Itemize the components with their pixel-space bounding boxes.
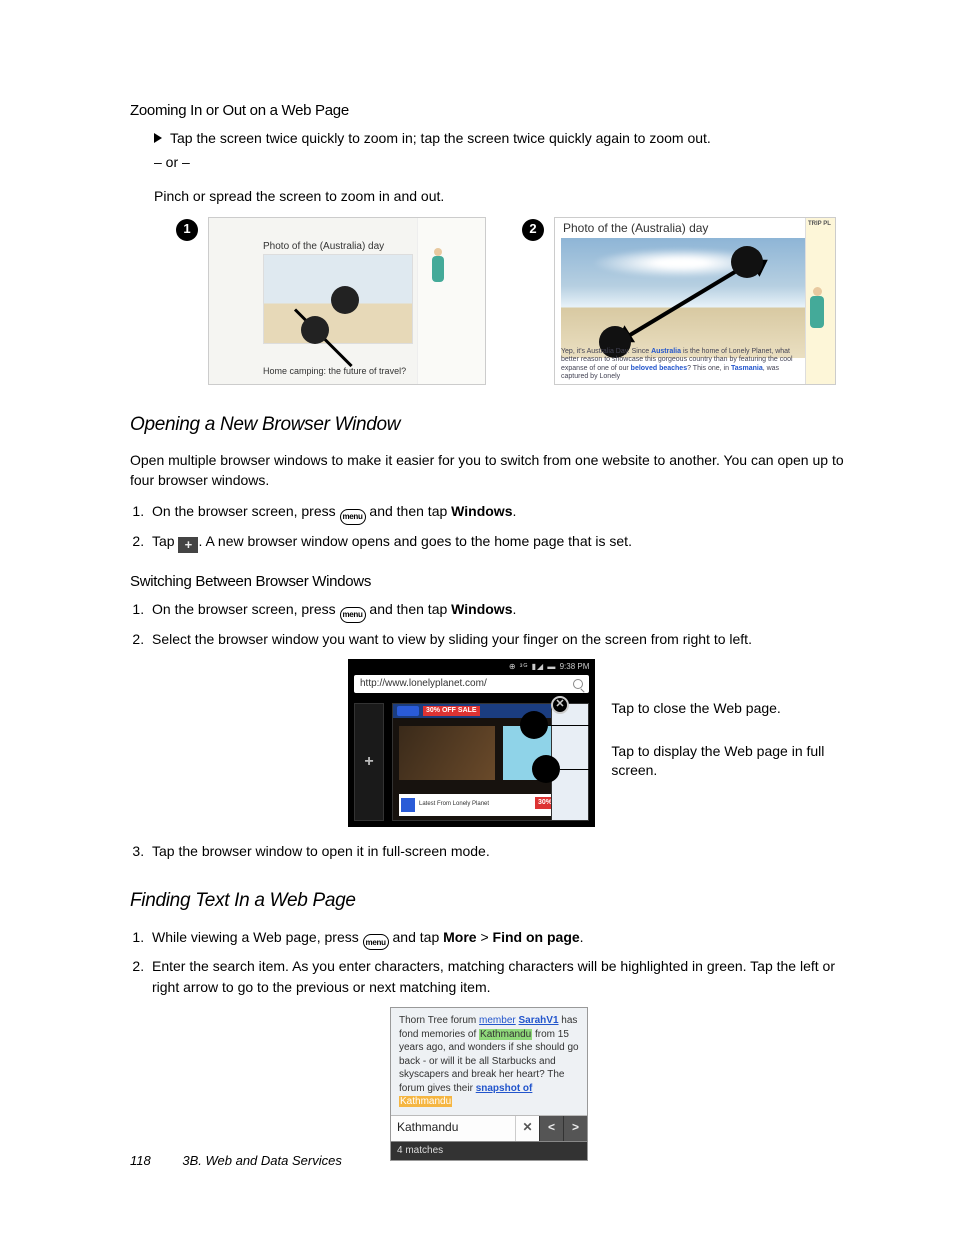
fig4-highlight-1: Kathmandu [479,1029,532,1040]
fig1-caption: Home camping: the future of travel? [263,365,406,378]
find-step-1: While viewing a Web page, press menu and… [148,927,854,951]
switch-step-1: On the browser screen, press menu and th… [148,599,854,623]
find-step-2: Enter the search item. As you enter char… [148,956,854,997]
fig3-new-tab-button[interactable]: + [354,703,384,821]
fig3-latest: Latest From Lonely Planet [419,800,489,809]
menu-icon: menu [363,934,389,950]
fig3-annot-1: Tap to close the Web page. [611,699,854,718]
page-number: 118 [130,1153,151,1168]
fig2-caption: Yep, it's Australia Day. Since Australia… [561,348,801,382]
fig2-sidebar-hdr: TRIP PL [808,220,833,229]
heading-find: Finding Text In a Web Page [130,887,854,915]
figure-4: Thorn Tree forum member SarahV1 has fond… [390,1007,588,1161]
menu-icon: menu [340,509,366,525]
fig2-title: Photo of the (Australia) day [563,220,708,237]
close-icon[interactable]: ✕ [551,696,569,714]
figure-1-unit: 1 Photo of the (Australia) day Home camp… [176,217,486,385]
prev-match-button[interactable]: < [539,1116,563,1141]
page-footer: 118 3B. Web and Data Services [130,1152,342,1171]
find-input[interactable]: Kathmandu [391,1119,515,1136]
zoom-figures: 1 Photo of the (Australia) day Home camp… [176,217,854,385]
fig3-url-bar[interactable]: http://www.lonelyplanet.com/ [354,675,589,693]
heading-new-window: Opening a New Browser Window [130,411,854,439]
chapter-title: 3B. Web and Data Services [182,1153,341,1168]
switch-step-2: Select the browser window you want to vi… [148,629,854,649]
fig3-sale-badge: 30% OFF SALE [423,706,480,716]
figure-2: Photo of the (Australia) day TRIP PL Yep… [554,217,836,385]
search-icon[interactable] [573,679,583,689]
heading-switching: Switching Between Browser Windows [130,571,854,593]
figure-2-number: 2 [522,219,544,241]
zoom-bullet-row: Tap the screen twice quickly to zoom in;… [154,128,854,148]
fig4-highlight-2: Kathmandu [399,1096,452,1107]
fig4-text: Thorn Tree forum member SarahV1 has fond… [391,1008,587,1116]
plus-icon: + [178,537,198,553]
fig4-search-row: Kathmandu ✕ < > [391,1116,587,1142]
figure-1: Photo of the (Australia) day Home campin… [208,217,486,385]
figure-1-number: 1 [176,219,198,241]
figure-3-annotations: Tap to close the Web page. Tap to displa… [611,659,854,780]
newwin-intro: Open multiple browser windows to make it… [130,450,854,491]
figure-2-unit: 2 Photo of the (Australia) day TRIP PL Y… [522,217,836,385]
newwin-step-1: On the browser screen, press menu and th… [148,501,854,525]
heading-zoom: Zooming In or Out on a Web Page [130,100,854,122]
next-match-button[interactable]: > [563,1116,587,1141]
fig3-annot-2: Tap to display the Web page in full scre… [611,742,854,780]
fig3-url: http://www.lonelyplanet.com/ [360,677,487,692]
switch-step-3: Tap the browser window to open it in ful… [148,841,854,861]
fig3-status-time: ⊕ ³ᴳ ▮◢ ▬ 9:38 PM [509,661,590,673]
fig4-match-count: 4 matches [391,1142,587,1161]
menu-icon: menu [340,607,366,623]
zoom-or: – or – [154,152,854,172]
newwin-step-2: Tap +. A new browser window opens and go… [148,531,854,553]
clear-button[interactable]: ✕ [515,1116,539,1141]
figure-3-wrap: ⊕ ³ᴳ ▮◢ ▬ 9:38 PM http://www.lonelyplane… [348,659,854,827]
zoom-pinch: Pinch or spread the screen to zoom in an… [154,186,854,206]
fig1-header: Photo of the (Australia) day [263,240,384,255]
zoom-bullet-text: Tap the screen twice quickly to zoom in;… [170,128,711,148]
triangle-bullet-icon [154,133,162,143]
figure-3: ⊕ ³ᴳ ▮◢ ▬ 9:38 PM http://www.lonelyplane… [348,659,595,827]
